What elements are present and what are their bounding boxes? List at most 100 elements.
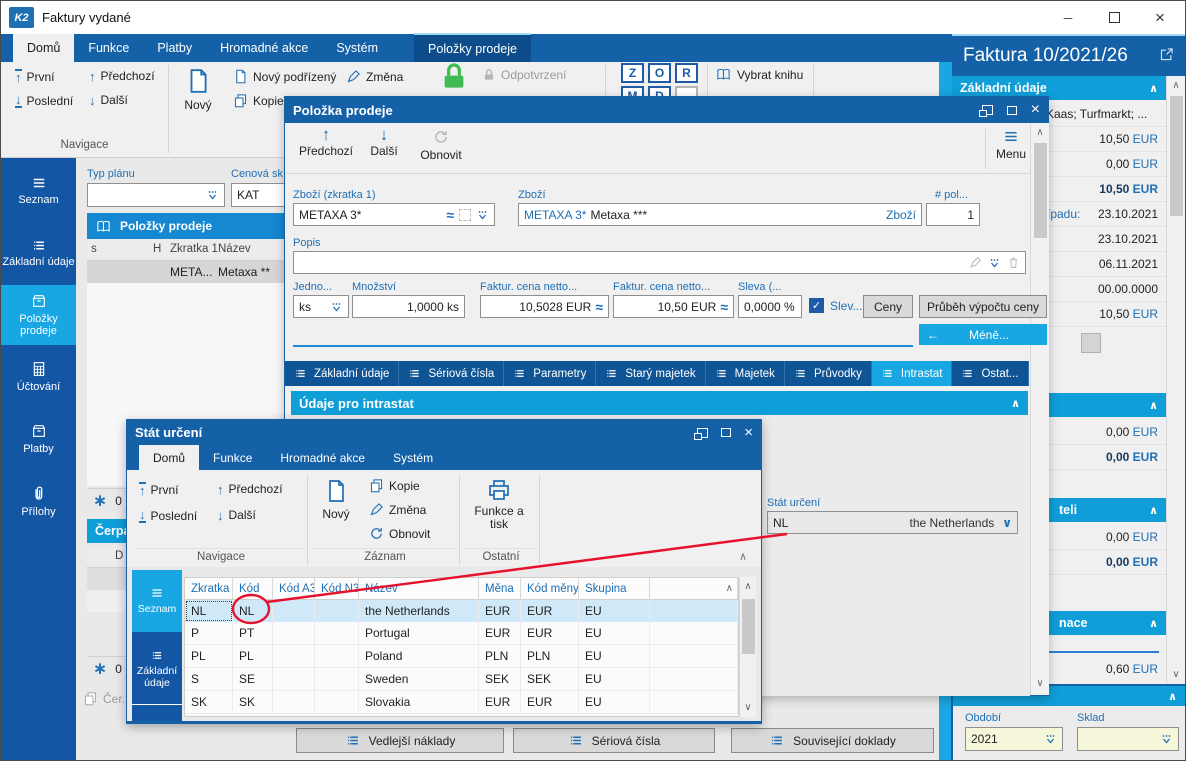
close-button[interactable]: × [1137,1,1183,34]
col-skupina[interactable]: Skupina [579,578,650,600]
external-link-icon[interactable] [1159,47,1174,62]
sdlg-print-button[interactable]: Funkce a tisk [467,478,531,531]
typ-planu-field[interactable] [87,183,225,207]
tab-polozky-prodeje[interactable]: Položky prodeje [414,33,531,63]
sidebar-item-polozky-prodeje[interactable]: Položky prodeje [1,285,76,345]
col-zkratka1[interactable]: Zkratka 1 [170,243,218,255]
o-button[interactable]: O [648,63,671,83]
sdlg-new-button[interactable]: Nový [313,478,359,521]
prubeh-vypoctu-button[interactable]: Průběh výpočtu ceny [919,295,1047,318]
select-book-button[interactable]: Vybrat knihu [715,67,803,82]
tab-system[interactable]: Systém [322,34,392,62]
mnozstvi-field[interactable]: 1,0000 ks [352,295,465,318]
maximize-button[interactable] [1091,1,1137,34]
sleva-field[interactable]: 0,0000 % [738,295,802,318]
intrastat-section-header[interactable]: Údaje pro intrastat ∧ [291,391,1028,415]
maximize-icon[interactable] [1006,105,1017,115]
tab-majetek[interactable]: Majetek [705,361,785,386]
country-row-se[interactable]: S SE Sweden SEK SEK EU [185,668,738,691]
scroll-thumb[interactable] [742,599,755,654]
unconfirm-button[interactable]: Odpotvrzení [482,68,566,82]
dropdown-icon[interactable] [476,209,489,221]
tab-stary-majetek[interactable]: Starý majetek [596,361,706,386]
sidebar-item-seznam[interactable]: Seznam [1,161,76,221]
item-dialog-titlebar[interactable]: Položka prodeje × [285,97,1048,123]
vedlejsi-naklady-button[interactable]: Vedlejší náklady [296,728,504,753]
invoice-scrollbar[interactable]: ∧ ∨ [1166,76,1185,684]
tab-domu[interactable]: Domů [13,34,75,62]
sdlg-refresh-button[interactable]: Obnovit [369,526,430,541]
popis-field[interactable] [293,251,1026,274]
stack-icon[interactable]: ≈ [446,207,454,223]
state-dialog-titlebar[interactable]: Stát určení × [127,420,761,445]
ribbon-collapse-icon[interactable]: ∧ [739,550,747,563]
new-child-button[interactable]: Nový podřízený [233,69,336,84]
tab-hromadne-akce[interactable]: Hromadné akce [206,34,322,62]
tab-seriova-cisla[interactable]: Sériová čísla [399,361,505,386]
souvisejici-doklady-button[interactable]: Související doklady [731,728,934,753]
sdlg-tab-domu[interactable]: Domů [139,445,200,470]
sdlg-tab-funkce[interactable]: Funkce [199,445,266,470]
country-table-scrollbar[interactable]: ∧ ∨ [739,577,756,717]
pocet-field[interactable]: 1 [926,203,980,226]
sdlg-change-button[interactable]: Změna [369,502,426,517]
tab-funkce[interactable]: Funkce [74,34,143,62]
cena2-field[interactable]: 10,50 EUR ≈ [613,295,734,318]
col-kod-n3[interactable]: Kód N3 [315,578,359,600]
change-button[interactable]: Změna [346,69,403,84]
cena1-field[interactable]: 10,5028 EUR ≈ [480,295,609,318]
z-button[interactable]: Z [621,63,644,83]
col-nazev[interactable]: Název [359,578,479,600]
scroll-thumb[interactable] [1170,96,1183,216]
close-icon[interactable]: × [744,424,753,441]
jednotka-field[interactable]: ks [293,295,349,318]
sdlg-sidebar-seznam[interactable]: Seznam [132,570,182,632]
sdlg-tab-hromadne[interactable]: Hromadné akce [266,445,379,470]
sdlg-sidebar-zakladni[interactable]: Základní údaje [132,634,182,705]
dock-icon[interactable] [978,105,993,117]
sdlg-last-button[interactable]: ↓ Poslední [139,508,197,523]
next-button[interactable]: ↓ Další [89,93,128,107]
sdlg-copy-button[interactable]: Kopie [369,478,420,493]
dlg-previous-button[interactable]: ↑ Předchozí [297,126,355,158]
invoice-checkbox[interactable] [1081,333,1101,353]
sdlg-tab-system[interactable]: Systém [379,445,447,470]
dlg-menu-button[interactable]: Menu [993,129,1029,161]
col-mena[interactable]: Měna [479,578,521,600]
close-icon[interactable]: × [1031,101,1040,119]
obdobi-field[interactable]: 2021 [965,727,1063,751]
tab-intrastat[interactable]: Intrastat [871,361,953,386]
last-button[interactable]: ↓ Poslední [15,93,73,108]
sklad-field[interactable] [1077,727,1179,751]
sdlg-previous-button[interactable]: ↑ Předchozí [217,482,283,496]
dropdown-icon[interactable] [988,257,1001,269]
previous-button[interactable]: ↑ Předchozí [89,69,155,83]
sdlg-next-button[interactable]: ↓ Další [217,508,256,522]
tab-zakladni-udaje[interactable]: Základní údaje [285,361,400,386]
tab-parametry[interactable]: Parametry [504,361,597,386]
cerpani-doc-button[interactable]: Čer... [83,691,132,706]
tab-ostatni[interactable]: Ostat... [952,361,1029,386]
tab-pruvodky[interactable]: Průvodky [784,361,872,386]
sidebar-item-prilohy[interactable]: Přílohy [1,471,76,531]
tab-platby[interactable]: Platby [143,34,206,62]
stat-urceni-combo[interactable]: NL the Netherlands ∨ [767,511,1018,534]
sidebar-item-uctovani[interactable]: Účtování [1,347,76,407]
dock-icon[interactable] [694,427,709,440]
dlg-refresh-button[interactable]: Obnovit [415,129,467,162]
new-button[interactable]: Nový [177,67,219,112]
first-button[interactable]: ↑ První [15,69,55,84]
col-kod-a3[interactable]: Kód A3 [273,578,315,600]
item-dialog-scrollbar[interactable]: ∧ ∨ [1030,123,1049,695]
zbozi-link[interactable]: Zboží [886,208,916,222]
copy-button[interactable]: Kopie [233,93,284,108]
country-row-sk[interactable]: SK SK Slovakia EUR EUR EU [185,691,738,714]
stack-icon[interactable]: ≈ [720,299,728,315]
col-nazev[interactable]: Název [218,243,251,255]
cenova-skupina-field[interactable]: KAT [231,183,291,207]
stack-icon[interactable]: ≈ [595,299,603,315]
sleva-checkbox[interactable]: ✓ [809,298,824,313]
col-zkratka[interactable]: Zkratka [185,578,233,600]
dlg-next-button[interactable]: ↓ Další [363,126,405,158]
country-row-nl[interactable]: NL NL the Netherlands EUR EUR EU [185,600,738,622]
